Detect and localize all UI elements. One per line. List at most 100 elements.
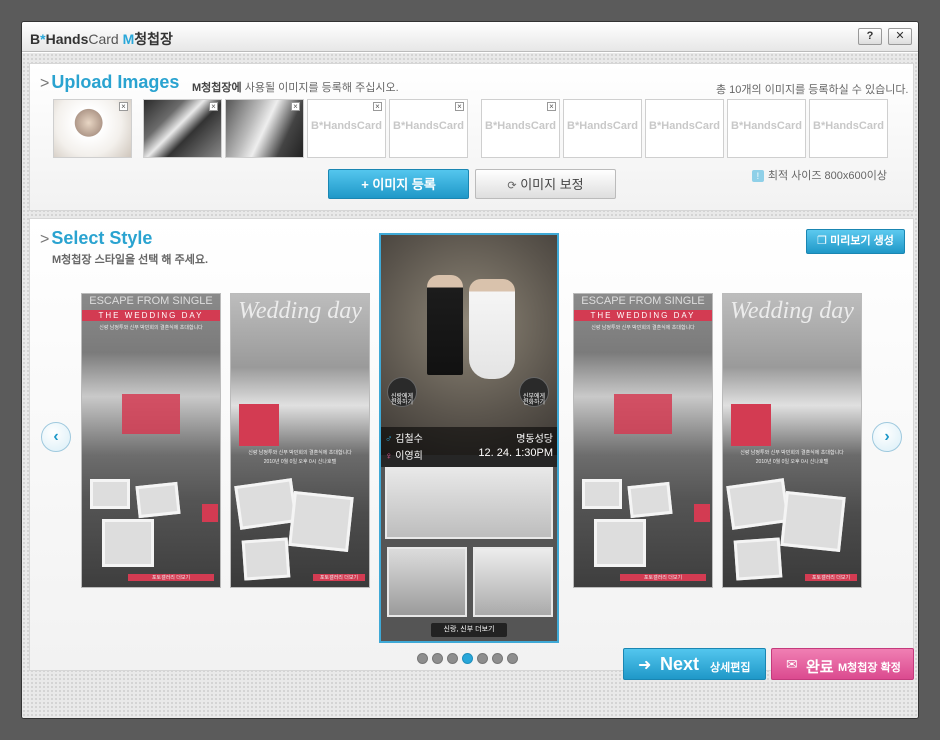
remove-icon[interactable]: ×: [455, 102, 464, 111]
page-dot[interactable]: [477, 653, 488, 664]
card-ribbon: THE WEDDING DAY: [574, 310, 712, 321]
card-photo: [241, 537, 291, 581]
upload-count-note: 총 10개의 이미지를 등록하실 수 있습니다.: [716, 84, 909, 96]
image-slot[interactable]: ×: [143, 99, 222, 158]
upload-panel: > Upload Images M청첩장에 사용될 이미지를 등록해 주십시오. …: [29, 63, 914, 211]
card-date: 2010년 0월 0일 오후 0시 신나호텔: [263, 459, 337, 465]
page-dots: [417, 651, 522, 664]
card-red-graphic: [122, 394, 180, 434]
next-button[interactable]: ➜ Next 상세편집: [623, 648, 766, 680]
image-slot[interactable]: B*HandsCard ×: [307, 99, 386, 158]
couple-photo: [381, 235, 557, 455]
placeholder-logo: B*HandsCard: [393, 120, 464, 132]
app-logo: B*HandsCard M청첩장: [30, 31, 173, 47]
content-area: > Upload Images M청첩장에 사용될 이미지를 등록해 주십시오. …: [22, 53, 918, 718]
page-dot[interactable]: [447, 653, 458, 664]
page-dot[interactable]: [492, 653, 503, 664]
image-slot[interactable]: B*HandsCard ×: [389, 99, 468, 158]
card-photo: [288, 491, 354, 552]
close-button[interactable]: ✕: [888, 28, 912, 45]
style-card[interactable]: Wedding day 신랑 남정투와 신부 박민희의 결혼식에 초대합니다 2…: [722, 293, 862, 588]
card-photo: [90, 479, 130, 509]
image-slot[interactable]: B*HandsCard ×: [481, 99, 560, 158]
card-photo: [780, 491, 846, 552]
size-info: ! 최적 사이즈 800x600이상: [751, 167, 887, 183]
page-dot-active[interactable]: [462, 653, 473, 664]
page-dot[interactable]: [507, 653, 518, 664]
next-arrow-icon[interactable]: ›: [872, 422, 902, 452]
gallery-photo: [387, 547, 467, 617]
upload-subtitle: M청첩장에 사용될 이미지를 등록해 주십시오.: [192, 82, 399, 94]
image-slot[interactable]: B*HandsCard: [645, 99, 724, 158]
app-window: B*HandsCard M청첩장 ? ✕ > Upload Images M청첩장…: [21, 21, 919, 719]
style-subtitle: M청첩장 스타일을 선택 해 주세요.: [52, 254, 209, 266]
placeholder-logo: B*HandsCard: [813, 120, 884, 132]
title-bar: B*HandsCard M청첩장 ? ✕: [22, 22, 918, 52]
bride-name: ♀ 이영희: [385, 451, 423, 462]
more-button[interactable]: 신랑, 신부 더보기: [431, 623, 507, 637]
card-red-graphic: [239, 404, 279, 446]
style-card-selected[interactable]: 신랑에게 전화하기 신부에게 전화하기 ♂ 김철수 ♀ 이영희 명동성당 12.…: [379, 233, 559, 643]
card-photo: [102, 519, 154, 567]
page-dot[interactable]: [417, 653, 428, 664]
remove-icon[interactable]: ×: [373, 102, 382, 111]
call-groom-button[interactable]: 신랑에게 전화하기: [387, 377, 417, 407]
placeholder-logo: B*HandsCard: [567, 120, 638, 132]
card-photo: [234, 478, 298, 530]
image-slot[interactable]: B*HandsCard: [809, 99, 888, 158]
style-card[interactable]: Wedding day 신랑 남정투와 신부 박민희의 결혼식에 초대합니다 2…: [230, 293, 370, 588]
datetime: 12. 24. 1:30PM: [478, 447, 553, 459]
remove-icon[interactable]: ×: [291, 102, 300, 111]
call-bride-button[interactable]: 신부에게 전화하기: [519, 377, 549, 407]
register-image-button[interactable]: + 이미지 등록: [328, 169, 469, 199]
card-title: Wedding day: [730, 298, 854, 324]
card-photo: [627, 481, 673, 519]
placeholder-logo: B*HandsCard: [485, 120, 556, 132]
window-icon: ❐: [817, 235, 828, 247]
info-icon: !: [751, 170, 764, 182]
card-photo: [733, 537, 783, 581]
image-slot[interactable]: B*HandsCard: [727, 99, 806, 158]
complete-sub: M청첩장 확정: [838, 662, 901, 674]
placeholder-logo: B*HandsCard: [311, 120, 382, 132]
image-slot[interactable]: ×: [225, 99, 304, 158]
adjust-image-button[interactable]: ⟳ 이미지 보정: [475, 169, 616, 199]
arrow-right-icon: ➜: [638, 657, 652, 674]
groom-name: ♂ 김철수: [385, 434, 423, 445]
card-title: Wedding day: [238, 298, 362, 324]
card-photo: [594, 519, 646, 567]
preview-button[interactable]: ❐ 미리보기 생성: [806, 229, 905, 254]
card-title: ESCAPE FROM SINGLE: [89, 295, 213, 307]
style-card[interactable]: ESCAPE FROM SINGLE THE WEDDING DAY 신랑 남정…: [81, 293, 221, 588]
remove-icon[interactable]: ×: [209, 102, 218, 111]
gallery-photo: [473, 547, 553, 617]
card-footer: 포토갤러리 더보기: [805, 574, 857, 581]
placeholder-logo: B*HandsCard: [731, 120, 802, 132]
envelope-icon: ✉: [786, 656, 798, 672]
venue: 명동성당: [516, 434, 553, 445]
upload-title: > Upload Images: [40, 72, 180, 92]
card-footer: 포토갤러리 더보기: [128, 574, 214, 581]
style-title: > Select Style: [40, 228, 153, 248]
card-photo: [726, 478, 790, 530]
card-invite: 신랑 남정투와 신부 박민희의 결혼식에 초대합니다: [591, 325, 695, 331]
card-photo: [582, 479, 622, 509]
complete-button[interactable]: ✉ 완료 M청첩장 확정: [771, 648, 914, 680]
card-invite: 신랑 남정투와 신부 박민희의 결혼식에 초대합니다: [99, 325, 203, 331]
remove-icon[interactable]: ×: [119, 102, 128, 111]
card-title: ESCAPE FROM SINGLE: [581, 295, 705, 307]
image-slot[interactable]: B*HandsCard: [563, 99, 642, 158]
card-red-graphic: [731, 404, 771, 446]
bride-figure: [469, 279, 515, 379]
prev-arrow-icon[interactable]: ‹: [41, 422, 71, 452]
help-button[interactable]: ?: [858, 28, 882, 45]
refresh-icon: ⟳: [507, 180, 517, 192]
style-card[interactable]: ESCAPE FROM SINGLE THE WEDDING DAY 신랑 남정…: [573, 293, 713, 588]
gallery-photo: [385, 467, 553, 539]
names-bar: ♂ 김철수 ♀ 이영희 명동성당 12. 24. 1:30PM: [381, 427, 557, 467]
card-invite: 신랑 남정투와 신부 박민희의 결혼식에 초대합니다: [740, 450, 844, 456]
remove-icon[interactable]: ×: [547, 102, 556, 111]
page-dot[interactable]: [432, 653, 443, 664]
image-slot[interactable]: ×: [53, 99, 132, 158]
card-red-graphic: [694, 504, 710, 522]
